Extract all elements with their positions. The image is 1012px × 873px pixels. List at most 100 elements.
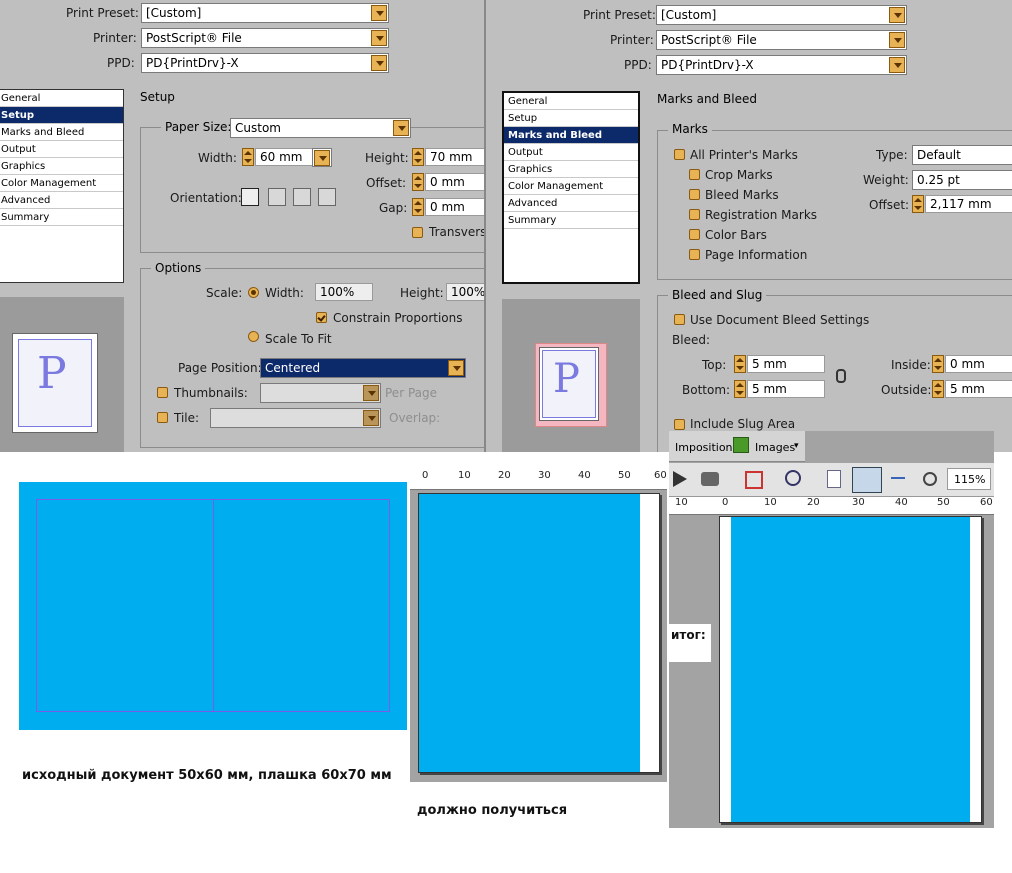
print-preset-select[interactable]: [Custom]	[141, 3, 389, 23]
height-input[interactable]: 70 mm	[425, 148, 484, 166]
nav-item-summary[interactable]: Summary	[504, 212, 638, 229]
weight-select[interactable]: 0.25 pt	[912, 170, 1012, 190]
nav-item-setup[interactable]: Setup	[504, 110, 638, 127]
height-stepper[interactable]	[412, 148, 424, 166]
top-stepper[interactable]	[734, 355, 746, 373]
fit-width-icon[interactable]	[891, 477, 905, 479]
page-information-checkbox[interactable]	[689, 249, 700, 260]
section-title: Marks and Bleed	[657, 92, 757, 106]
chevron-down-icon[interactable]: ▾	[794, 441, 799, 451]
nav-item-color-management[interactable]: Color Management	[504, 178, 638, 195]
scale-radio[interactable]	[248, 287, 259, 298]
bleed-marks-label: Bleed Marks	[705, 188, 779, 202]
outside-stepper[interactable]	[932, 380, 944, 398]
pointer-icon[interactable]	[673, 471, 687, 487]
portrait-orientation-button[interactable]	[241, 188, 259, 206]
page-icon[interactable]	[827, 470, 841, 488]
camera-icon[interactable]	[701, 472, 719, 486]
nav-item-summary[interactable]: Summary	[0, 209, 123, 226]
bottom-input[interactable]: 5 mm	[747, 380, 825, 398]
ruler-label: 20	[807, 497, 820, 508]
color-bars-checkbox[interactable]	[689, 229, 700, 240]
outside-input[interactable]: 5 mm	[945, 380, 1012, 398]
reverse-portrait-orientation-button[interactable]	[293, 188, 311, 206]
nav-item-graphics[interactable]: Graphics	[0, 158, 123, 175]
zoom-out-icon[interactable]	[923, 472, 937, 486]
crop-icon[interactable]	[745, 471, 763, 489]
nav-item-general[interactable]: General	[0, 90, 123, 107]
nav-item-graphics[interactable]: Graphics	[504, 161, 638, 178]
all-printers-marks-checkbox[interactable]	[674, 149, 685, 160]
nav-item-advanced[interactable]: Advanced	[504, 195, 638, 212]
ruler-label: 30	[538, 470, 551, 481]
height-label: Height:	[365, 151, 409, 165]
printer-select[interactable]: PostScript® File	[141, 28, 389, 48]
offset-input[interactable]: 0 mm	[425, 173, 484, 191]
thumbnails-select[interactable]	[260, 383, 381, 403]
transverse-label: Transverse	[429, 225, 484, 239]
scale-to-fit-radio[interactable]	[248, 331, 259, 342]
nav-item-general[interactable]: General	[504, 93, 638, 110]
type-value: Default	[917, 148, 961, 162]
ruler-label: 20	[498, 470, 511, 481]
zoom-icon[interactable]	[785, 470, 801, 486]
chevron-down-icon	[889, 32, 905, 48]
include-slug-checkbox[interactable]	[674, 419, 685, 430]
gap-stepper[interactable]	[412, 198, 424, 216]
inside-stepper[interactable]	[932, 355, 944, 373]
tile-checkbox[interactable]	[157, 412, 168, 423]
nav-item-output[interactable]: Output	[504, 144, 638, 161]
ruler-label: 40	[578, 470, 591, 481]
paper-size-select[interactable]: Custom	[230, 118, 411, 138]
offset-input[interactable]: 2,117 mm	[925, 195, 1012, 213]
thumbnails-checkbox[interactable]	[157, 387, 168, 398]
ruler-label: 50	[618, 470, 631, 481]
width-input[interactable]: 60 mm	[255, 148, 313, 166]
result-page	[719, 516, 982, 823]
tab-imposition[interactable]: Imposition	[675, 441, 733, 454]
chain-link-icon[interactable]	[836, 369, 846, 383]
width-stepper[interactable]	[242, 148, 254, 166]
nav-item-setup[interactable]: Setup	[0, 107, 123, 124]
nav-item-marks-and-bleed[interactable]: Marks and Bleed	[504, 127, 638, 144]
preview-page: P	[539, 347, 599, 421]
top-input[interactable]: 5 mm	[747, 355, 825, 373]
ppd-select[interactable]: PD{PrintDrv}-X	[656, 55, 907, 75]
print-preset-select[interactable]: [Custom]	[656, 5, 907, 25]
constrain-label: Constrain Proportions	[333, 311, 463, 325]
type-select[interactable]: Default	[912, 145, 1012, 165]
print-preset-value: [Custom]	[146, 6, 202, 20]
offset-stepper[interactable]	[412, 173, 424, 191]
width-dropdown[interactable]	[312, 148, 332, 167]
bleed-marks-checkbox[interactable]	[689, 189, 700, 200]
source-document-spread	[19, 482, 407, 730]
preview-page: P	[12, 333, 98, 433]
transverse-checkbox[interactable]	[412, 227, 423, 238]
registration-marks-checkbox[interactable]	[689, 209, 700, 220]
nav-item-advanced[interactable]: Advanced	[0, 192, 123, 209]
scale-width-input[interactable]: 100%	[315, 283, 373, 301]
nav-item-marks-and-bleed[interactable]: Marks and Bleed	[0, 124, 123, 141]
gap-input[interactable]: 0 mm	[425, 198, 484, 216]
crop-marks-checkbox[interactable]	[689, 169, 700, 180]
constrain-checkbox[interactable]	[316, 312, 327, 323]
tab-images[interactable]: Images	[755, 441, 795, 454]
scale-height-input[interactable]: 100%	[446, 283, 484, 301]
outside-label: Outside:	[881, 383, 932, 397]
tile-select[interactable]	[210, 408, 381, 428]
offset-stepper[interactable]	[912, 195, 924, 213]
use-document-bleed-checkbox[interactable]	[674, 314, 685, 325]
inside-input[interactable]: 0 mm	[945, 355, 1012, 373]
bottom-stepper[interactable]	[734, 380, 746, 398]
chevron-down-icon	[363, 410, 379, 426]
ppd-select[interactable]: PD{PrintDrv}-X	[141, 53, 389, 73]
fit-height-icon[interactable]	[852, 467, 882, 493]
reverse-landscape-orientation-button[interactable]	[318, 188, 336, 206]
crop-marks-label: Crop Marks	[705, 168, 773, 182]
landscape-orientation-button[interactable]	[268, 188, 286, 206]
nav-item-color-management[interactable]: Color Management	[0, 175, 123, 192]
page-position-select[interactable]: Centered	[260, 358, 466, 378]
nav-item-output[interactable]: Output	[0, 141, 123, 158]
zoom-level-field[interactable]: 115%	[947, 468, 991, 490]
printer-select[interactable]: PostScript® File	[656, 30, 907, 50]
